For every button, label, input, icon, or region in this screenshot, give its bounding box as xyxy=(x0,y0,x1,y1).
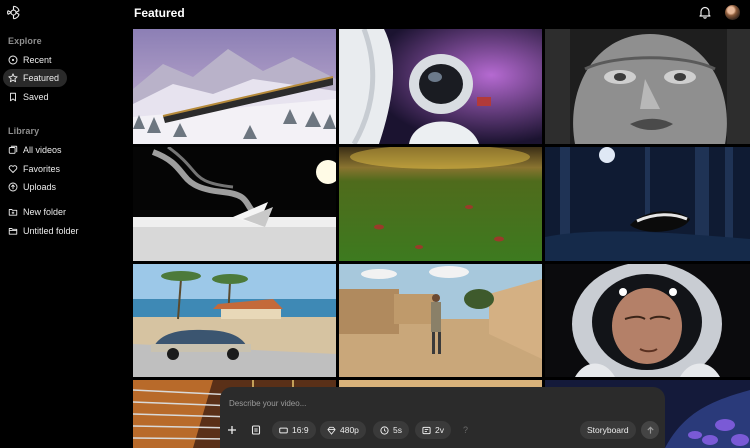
resolution-button[interactable]: 480p xyxy=(320,421,366,439)
timer-icon xyxy=(380,425,389,435)
diamond-icon xyxy=(327,426,336,435)
beach-vintage-car-thumbnail xyxy=(133,264,336,377)
sidebar-item-favorites[interactable]: Favorites xyxy=(3,160,113,178)
sidebar: Explore Recent Featured Saved Library Al… xyxy=(0,0,133,448)
sidebar-item-uploads[interactable]: Uploads xyxy=(3,178,113,196)
star-icon xyxy=(8,73,18,83)
library-section-label: Library xyxy=(8,126,40,136)
submit-button[interactable] xyxy=(641,421,659,439)
upload-icon xyxy=(8,182,18,192)
desert-village-street-thumbnail xyxy=(339,264,542,377)
sidebar-item-label: Recent xyxy=(23,55,52,65)
bookmark-icon xyxy=(10,92,16,102)
variations-button[interactable]: 2v xyxy=(415,421,451,439)
duration-button[interactable]: 5s xyxy=(373,421,409,439)
heart-icon xyxy=(8,165,18,173)
video-tile-paper-boat-smoke[interactable] xyxy=(133,147,336,261)
sidebar-item-new-folder[interactable]: New folder xyxy=(3,203,113,221)
add-button[interactable] xyxy=(223,421,241,439)
storyboard-button[interactable]: Storyboard xyxy=(580,421,636,439)
prompt-input[interactable]: Describe your video... xyxy=(229,399,306,408)
video-tile-astronaut-with-horse[interactable] xyxy=(339,29,542,144)
video-tile-astronaut-closeup[interactable] xyxy=(545,264,750,377)
sidebar-item-label: All videos xyxy=(23,145,62,155)
folder-icon xyxy=(8,228,18,235)
plus-icon xyxy=(228,426,236,434)
presets-button[interactable] xyxy=(247,421,265,439)
stone-face-statue-thumbnail xyxy=(545,29,750,144)
video-tile-beach-vintage-car[interactable] xyxy=(133,264,336,377)
duration-value: 5s xyxy=(393,425,402,435)
sidebar-item-label: Untitled folder xyxy=(23,226,79,236)
prompt-composer: Describe your video... 16:9 480p 5s 2v ?… xyxy=(220,387,665,448)
aspect-ratio-button[interactable]: 16:9 xyxy=(272,421,316,439)
astronaut-closeup-thumbnail xyxy=(545,264,750,377)
video-tile-skunk-night-forest[interactable] xyxy=(545,147,750,261)
sidebar-item-label: Saved xyxy=(23,92,49,102)
help-button[interactable]: ? xyxy=(463,425,468,435)
explore-section-label: Explore xyxy=(8,36,42,46)
video-grid xyxy=(133,29,750,448)
sidebar-item-label: New folder xyxy=(23,207,67,217)
sidebar-item-all-videos[interactable]: All videos xyxy=(3,141,113,159)
paper-boat-smoke-thumbnail xyxy=(133,147,336,261)
sidebar-item-featured[interactable]: Featured xyxy=(3,69,67,87)
presets-icon xyxy=(251,425,261,435)
openai-logo-icon[interactable] xyxy=(6,5,21,20)
folder-plus-icon xyxy=(8,209,18,216)
clock-icon xyxy=(8,55,18,65)
videos-icon xyxy=(8,145,18,154)
video-tile-stone-face-statue[interactable] xyxy=(545,29,750,144)
sidebar-item-label: Uploads xyxy=(23,182,57,192)
skunk-night-forest-thumbnail xyxy=(545,147,750,261)
variations-icon xyxy=(422,426,431,434)
sidebar-item-recent[interactable]: Recent xyxy=(3,51,67,69)
snowy-mountain-train-thumbnail xyxy=(133,29,336,144)
aspect-ratio-icon xyxy=(279,427,288,433)
variations-value: 2v xyxy=(435,425,444,435)
page-title: Featured xyxy=(134,6,185,20)
bell-icon[interactable] xyxy=(698,5,712,19)
video-tile-snowy-mountain-train[interactable] xyxy=(133,29,336,144)
avatar-icon[interactable] xyxy=(725,5,740,20)
astronaut-with-horse-thumbnail xyxy=(339,29,542,144)
sidebar-item-saved[interactable]: Saved xyxy=(3,88,67,106)
resolution-value: 480p xyxy=(340,425,359,435)
sidebar-item-label: Featured xyxy=(23,73,60,83)
video-tile-grass-field-sunset[interactable] xyxy=(339,147,542,261)
video-tile-desert-village-street[interactable] xyxy=(339,264,542,377)
grass-field-sunset-thumbnail xyxy=(339,147,542,261)
arrow-up-icon xyxy=(646,426,654,434)
aspect-ratio-value: 16:9 xyxy=(292,425,309,435)
sidebar-item-untitled-folder[interactable]: Untitled folder xyxy=(3,222,113,240)
sidebar-item-label: Favorites xyxy=(23,164,61,174)
